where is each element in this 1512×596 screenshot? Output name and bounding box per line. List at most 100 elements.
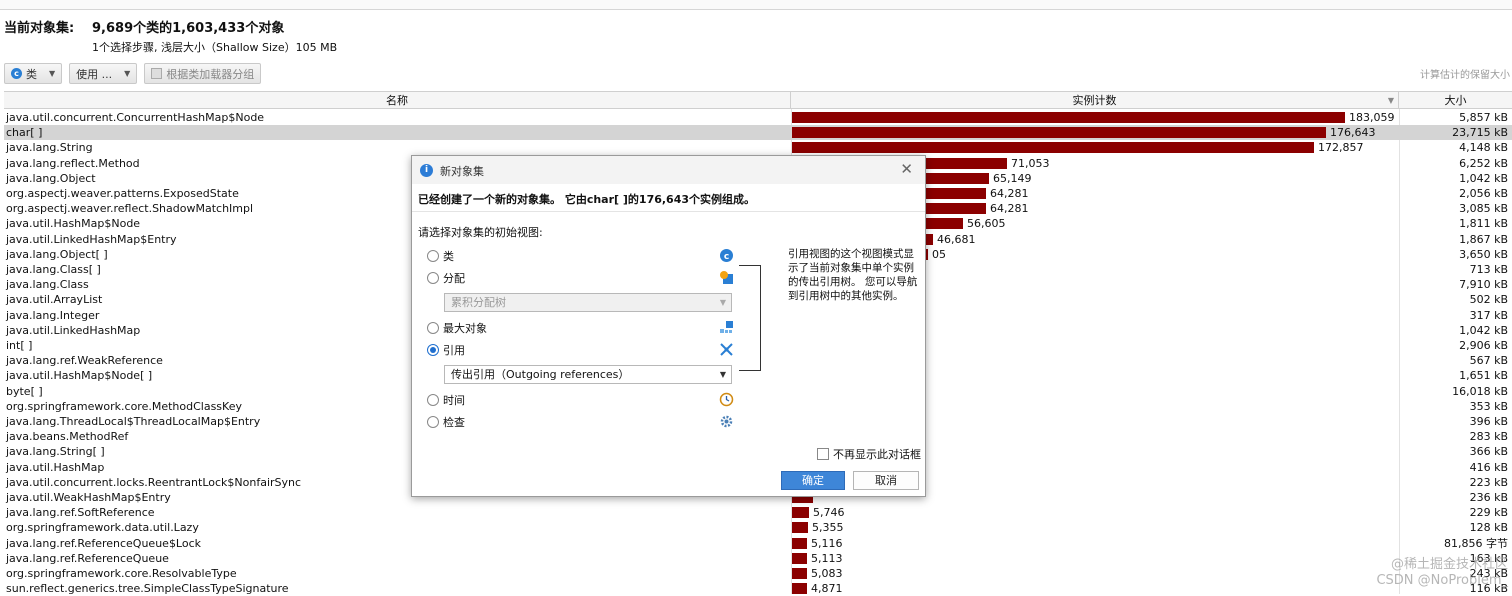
option-inspect-label: 检查 (443, 414, 465, 430)
dialog-title: 新对象集 (440, 163, 484, 179)
size-cell: 3,650 kB (1459, 247, 1508, 262)
close-icon[interactable]: ✕ (900, 160, 913, 178)
option-references[interactable]: 引用 (427, 342, 465, 358)
class-name-cell: java.lang.Class (6, 277, 89, 292)
instance-count-value: 5,116 (811, 536, 843, 551)
instance-count-value: 64,281 (990, 186, 1029, 201)
references-type-select[interactable]: 传出引用（Outgoing references） ▼ (444, 365, 732, 384)
new-object-set-dialog: i 新对象集 ✕ 已经创建了一个新的对象集。 它由char[ ]的176,643… (411, 155, 926, 497)
ok-button[interactable]: 确定 (781, 471, 845, 490)
class-name-cell: java.util.LinkedHashMap$Entry (6, 232, 177, 247)
option-time[interactable]: 时间 (427, 392, 465, 408)
option-allocation[interactable]: 分配 (427, 270, 465, 286)
table-row[interactable]: sun.reflect.generics.tree.SimpleClassTyp… (4, 581, 1512, 596)
option-inspect[interactable]: 检查 (427, 414, 465, 430)
option-biggest-objects-label: 最大对象 (443, 320, 487, 336)
use-label: 使用 ... (76, 66, 112, 82)
table-row[interactable]: java.lang.ref.ReferenceQueue$Lock5,11681… (4, 536, 1512, 551)
size-cell: 128 kB (1470, 520, 1508, 535)
size-cell: 366 kB (1470, 444, 1508, 459)
current-set-label: 当前对象集: (4, 17, 74, 36)
size-cell: 1,811 kB (1459, 216, 1508, 231)
instance-count-value: 5,355 (812, 520, 844, 535)
option-classes[interactable]: 类 (427, 248, 454, 264)
instance-count-value: 183,059 (1349, 110, 1395, 125)
gear-icon (719, 414, 734, 429)
size-cell: 229 kB (1470, 505, 1508, 520)
dialog-message: 已经创建了一个新的对象集。 它由char[ ]的176,643个实例组成。 (418, 191, 755, 207)
size-cell: 396 kB (1470, 414, 1508, 429)
instance-count-value: 5,746 (813, 505, 845, 520)
class-name-cell: java.lang.ref.SoftReference (6, 505, 155, 520)
calc-retained-size-link[interactable]: 计算估计的保留大小 (1420, 66, 1510, 81)
instance-count-bar (792, 142, 1314, 153)
references-icon (719, 342, 734, 357)
dialog-prompt: 请选择对象集的初始视图: (418, 224, 543, 240)
cancel-button[interactable]: 取消 (853, 471, 919, 490)
class-name-cell: java.lang.Object[ ] (6, 247, 108, 262)
use-dropdown[interactable]: 使用 ... ▼ (69, 63, 137, 84)
size-cell: 2,906 kB (1459, 338, 1508, 353)
radio-references[interactable] (427, 344, 439, 356)
instance-count-bar (792, 522, 808, 533)
size-cell: 7,910 kB (1459, 277, 1508, 292)
size-cell: 16,018 kB (1452, 384, 1508, 399)
instance-count-bar (792, 507, 809, 518)
dont-show-again-checkbox[interactable] (817, 448, 829, 460)
class-name-cell: java.util.HashMap (6, 460, 104, 475)
class-view-dropdown[interactable]: c 类 ▼ (4, 63, 62, 84)
instance-count-value: 4,871 (811, 581, 843, 596)
instance-count-value: 5,083 (811, 566, 843, 581)
watermark-line-2: CSDN @NoProblem_ (1376, 573, 1508, 589)
instance-count-value: 71,053 (1011, 156, 1050, 171)
watermark-line-1: @稀土掘金技术社区 (1376, 557, 1508, 573)
radio-time[interactable] (427, 394, 439, 406)
table-row[interactable]: char[ ]176,64323,715 kB (4, 125, 1512, 140)
instance-count-bar (792, 568, 807, 579)
radio-allocation[interactable] (427, 272, 439, 284)
option-biggest-objects[interactable]: 最大对象 (427, 320, 487, 336)
table-header: 名称 实例计数▼ 大小 (4, 91, 1512, 109)
current-set-value: 9,689个类的1,603,433个对象 (92, 17, 284, 36)
table-row[interactable]: java.lang.String172,8574,148 kB (4, 140, 1512, 155)
radio-inspect[interactable] (427, 416, 439, 428)
chevron-down-icon: ▼ (124, 69, 130, 78)
size-cell: 1,867 kB (1459, 232, 1508, 247)
size-cell: 502 kB (1470, 292, 1508, 307)
class-name-cell: java.lang.reflect.Method (6, 156, 140, 171)
class-view-label: 类 (26, 66, 37, 82)
class-name-cell: int[ ] (6, 338, 32, 353)
size-cell: 2,056 kB (1459, 186, 1508, 201)
table-row[interactable]: org.springframework.core.ResolvableType5… (4, 566, 1512, 581)
table-row[interactable]: java.lang.ref.ReferenceQueue5,113163 kB (4, 551, 1512, 566)
radio-biggest-objects[interactable] (427, 322, 439, 334)
table-row[interactable]: java.util.concurrent.ConcurrentHashMap$N… (4, 110, 1512, 125)
table-row[interactable]: org.springframework.data.util.Lazy 5,355 1… (4, 520, 1512, 535)
watermark: @稀土掘金技术社区 CSDN @NoProblem_ (1376, 557, 1508, 589)
class-name-cell: java.util.LinkedHashMap (6, 323, 140, 338)
option-references-label: 引用 (443, 342, 465, 358)
class-name-cell: java.lang.String[ ] (6, 444, 105, 459)
column-header-count[interactable]: 实例计数▼ (791, 92, 1399, 109)
instance-count-value: 46,681 (937, 232, 976, 247)
class-name-cell: org.springframework.data.util.Lazy (6, 520, 199, 535)
table-row[interactable]: java.lang.ref.SoftReference 5,746 229 kB (4, 505, 1512, 520)
class-name-cell: java.lang.Object (6, 171, 96, 186)
column-header-size[interactable]: 大小 (1399, 92, 1512, 109)
instance-count-bar (792, 112, 1345, 123)
svg-text:c: c (724, 252, 729, 262)
dont-show-again-option[interactable]: 不再显示此对话框 (817, 446, 921, 462)
class-name-cell: java.lang.Class[ ] (6, 262, 101, 277)
group-by-classloader-button[interactable]: 根据类加载器分组 (144, 63, 261, 84)
instance-count-value: 64,281 (990, 201, 1029, 216)
group-by-classloader-label: 根据类加载器分组 (166, 66, 254, 82)
class-name-cell: java.util.ArrayList (6, 292, 102, 307)
selection-summary: 1个选择步骤, 浅层大小（Shallow Size）105 MB (92, 39, 337, 55)
clock-icon (719, 392, 734, 407)
divider (412, 211, 925, 212)
column-header-name[interactable]: 名称 (4, 92, 791, 109)
radio-classes[interactable] (427, 250, 439, 262)
instance-count-bar (792, 553, 807, 564)
allocation-tree-select[interactable]: 累积分配树 ▼ (444, 293, 732, 312)
class-icon: c (11, 68, 22, 79)
